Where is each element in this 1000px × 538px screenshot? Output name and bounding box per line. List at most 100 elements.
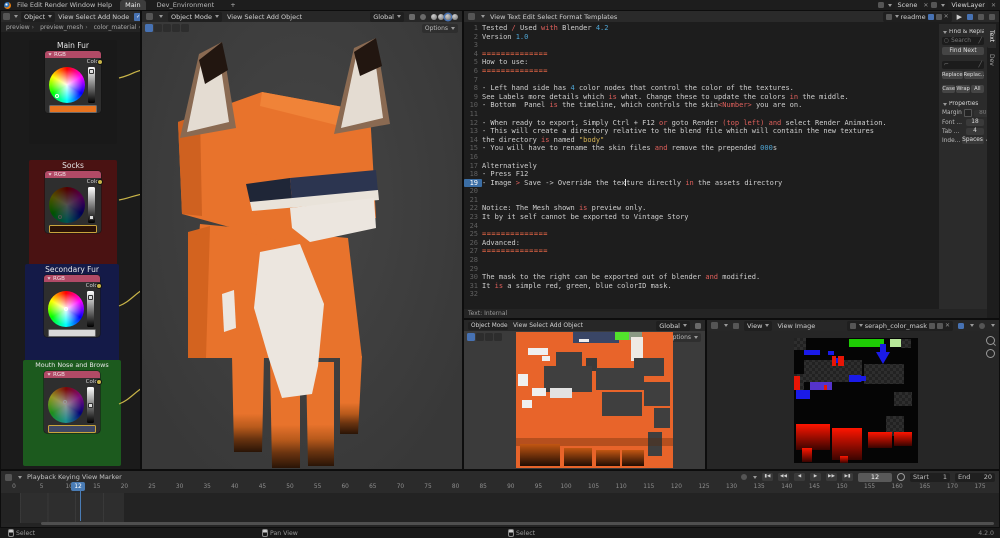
- word-wrap-icon[interactable]: [989, 14, 995, 20]
- text-editor-type-icon[interactable]: [468, 13, 475, 20]
- editor-type-chevron-icon[interactable]: [724, 324, 728, 327]
- shader-type-dropdown[interactable]: Object: [21, 12, 55, 22]
- value-slider[interactable]: [87, 387, 94, 423]
- new-text-icon[interactable]: [936, 14, 942, 20]
- frame-end-field[interactable]: End20: [955, 473, 995, 482]
- texture-viewport[interactable]: Object Mode ViewSelectAddObject Global O…: [463, 319, 706, 470]
- color-output-socket[interactable]: [97, 179, 103, 185]
- code-line[interactable]: 6==============: [464, 67, 939, 76]
- viewport-3d[interactable]: Object Mode ViewSelectAddObject Global O…: [141, 10, 463, 470]
- menu-item-file[interactable]: File: [17, 1, 28, 9]
- menu-item-keying[interactable]: Keying: [58, 473, 80, 481]
- menu-item-format[interactable]: Format: [559, 13, 582, 21]
- code-line[interactable]: 20: [464, 187, 939, 196]
- color-swatch[interactable]: [48, 425, 96, 433]
- shader-editor-type-icon[interactable]: [3, 13, 10, 20]
- breadcrumb-preview[interactable]: preview: [6, 24, 36, 31]
- find-next-button[interactable]: Find Next: [942, 47, 984, 55]
- menu-item-select[interactable]: Select: [537, 13, 557, 21]
- channels-icon[interactable]: [958, 323, 964, 329]
- node-frame-secondary-fur[interactable]: Secondary Fur RGB Color: [25, 264, 119, 368]
- code-line[interactable]: 18- Press F12: [464, 170, 939, 179]
- menu-item-text[interactable]: Text: [507, 13, 520, 21]
- code-line[interactable]: 30The mask to the right can be exported …: [464, 273, 939, 282]
- find-replace-panel-header[interactable]: Find & Replace: [942, 29, 984, 35]
- code-line[interactable]: 28: [464, 256, 939, 265]
- node-frame-socks[interactable]: Socks RGB Color: [29, 160, 117, 266]
- code-line[interactable]: 25==============: [464, 230, 939, 239]
- mode-dropdown[interactable]: Object Mode: [168, 12, 222, 22]
- value-slider[interactable]: [88, 67, 95, 103]
- code-line[interactable]: 15- You will have to rename the skin fil…: [464, 144, 939, 153]
- sidebar-toggle-icon[interactable]: [967, 14, 973, 20]
- code-line[interactable]: 4==============: [464, 50, 939, 59]
- editor-type-chevron-icon[interactable]: [18, 476, 22, 479]
- collapse-chevron-icon[interactable]: [48, 53, 51, 55]
- collapse-chevron-icon[interactable]: [47, 277, 50, 279]
- snap-magnet-icon[interactable]: [409, 14, 415, 20]
- menu-item-playback[interactable]: Playback: [27, 473, 56, 481]
- code-line[interactable]: 26Advanced:: [464, 239, 939, 248]
- color-swatch[interactable]: [48, 329, 96, 337]
- proportional-edit-icon[interactable]: [420, 14, 426, 20]
- breadcrumb-preview-mesh[interactable]: preview_mesh: [40, 24, 90, 31]
- collapse-chevron-icon[interactable]: [48, 173, 51, 175]
- color-output-socket[interactable]: [96, 283, 102, 289]
- tab-dev[interactable]: Dev: [987, 48, 996, 72]
- menu-item-view[interactable]: View: [58, 13, 73, 21]
- cursor-tool[interactable]: [154, 24, 162, 32]
- menu-item-add[interactable]: Add: [550, 322, 562, 329]
- code-line[interactable]: 17Alternatively: [464, 162, 939, 171]
- tab-text[interactable]: Text: [987, 24, 996, 48]
- scene-chevron-icon[interactable]: [888, 4, 892, 7]
- breadcrumb-color-material[interactable]: color_material: [94, 24, 140, 31]
- menu-item-view[interactable]: View: [513, 322, 527, 329]
- menu-item-help[interactable]: Help: [97, 1, 112, 9]
- select-box-tool[interactable]: [145, 24, 153, 32]
- image-editor[interactable]: View ViewImage seraph_color_mask ✕: [706, 319, 1000, 470]
- current-frame-field[interactable]: 12: [858, 473, 892, 482]
- replace-button[interactable]: Replace: [942, 71, 963, 79]
- code-line[interactable]: 27==============: [464, 247, 939, 256]
- code-line[interactable]: 9See Labels more details which is what. …: [464, 93, 939, 102]
- menu-item-view[interactable]: View: [82, 473, 97, 481]
- value-slider[interactable]: [88, 187, 95, 223]
- node-frame-main-fur[interactable]: Main Fur RGB Color: [29, 40, 117, 144]
- zoom-tool-icon[interactable]: [986, 336, 995, 345]
- color-wheel[interactable]: [49, 187, 85, 223]
- viewport-options-dropdown[interactable]: Options: [422, 24, 458, 33]
- timeline[interactable]: PlaybackKeyingViewMarker ▮◀ ◀◀ ◀ ▶ ▶▶ ▶▮…: [0, 470, 1000, 528]
- channels-chevron-icon[interactable]: [970, 324, 974, 327]
- indent-dropdown[interactable]: Spaces ⌄: [962, 137, 984, 144]
- fox-model[interactable]: [142, 32, 463, 470]
- display-sphere-icon[interactable]: [979, 323, 985, 329]
- code-line[interactable]: 8- Left hand side has 4 color nodes that…: [464, 84, 939, 93]
- code-line[interactable]: 1Tested / Used with Blender 4.2: [464, 24, 939, 33]
- menu-item-window[interactable]: Window: [70, 1, 96, 9]
- menu-item-edit[interactable]: Edit: [523, 13, 536, 21]
- blender-logo-icon[interactable]: [4, 2, 11, 9]
- code-area[interactable]: 1Tested / Used with Blender 4.22Version …: [464, 24, 939, 309]
- unlink-text-icon[interactable]: ✕: [944, 13, 949, 20]
- scale-tool[interactable]: [181, 24, 189, 32]
- code-line[interactable]: 2Version 1.0: [464, 33, 939, 42]
- play-reverse-button[interactable]: ◀: [794, 473, 805, 481]
- next-keyframe-button[interactable]: ▶▶: [826, 473, 837, 481]
- scene-unlink-icon[interactable]: ✕: [923, 2, 928, 9]
- frame-start-field[interactable]: Start1: [910, 473, 950, 482]
- eyedropper-icon[interactable]: ╱: [979, 38, 983, 44]
- prev-keyframe-button[interactable]: ◀◀: [778, 473, 789, 481]
- node-frame-mouth-nose-brows[interactable]: Mouth Nose and Brows RGB Color: [23, 360, 121, 466]
- editor-type-chevron-icon[interactable]: [14, 15, 18, 18]
- viewlayer-unlink-icon[interactable]: ✕: [991, 2, 996, 9]
- menu-item-marker[interactable]: Marker: [99, 473, 121, 481]
- duplicate-icon[interactable]: [937, 323, 943, 329]
- menu-item-select[interactable]: Select: [244, 13, 264, 21]
- image-datablock-selector[interactable]: seraph_color_mask ✕: [847, 321, 953, 331]
- editor-type-chevron-icon[interactable]: [481, 15, 485, 18]
- rgb-node-socks[interactable]: RGB Color: [45, 171, 101, 233]
- auto-keying-clock-icon[interactable]: [897, 473, 905, 481]
- wireframe-shading-icon[interactable]: [431, 14, 437, 20]
- cursor-tool[interactable]: [476, 333, 484, 341]
- code-line[interactable]: 5How to use:: [464, 58, 939, 67]
